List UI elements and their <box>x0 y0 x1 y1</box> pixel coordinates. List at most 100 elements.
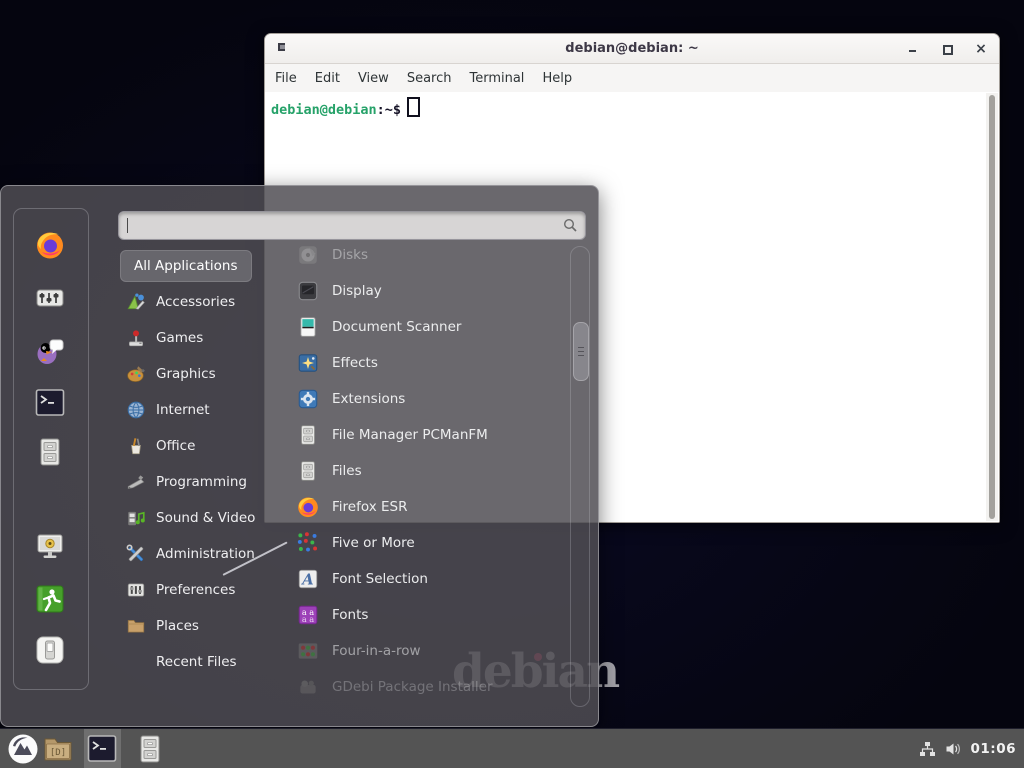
search-icon <box>562 217 579 234</box>
taskbar-file-manager-folder[interactable]: [D] <box>42 733 74 765</box>
display-icon <box>296 279 320 303</box>
category-label: Internet <box>156 402 210 418</box>
file-manager-sidebar-icon[interactable] <box>34 436 66 468</box>
five-or-more-icon <box>296 531 320 555</box>
screen: debian debian@debian: ~ × File Edit View… <box>0 0 1024 768</box>
firefox-icon <box>296 495 320 519</box>
four-in-a-row-icon <box>296 639 320 663</box>
menu-view[interactable]: View <box>349 71 398 86</box>
terminal-launcher-icon[interactable] <box>34 387 66 419</box>
places-folder-icon <box>126 616 146 636</box>
taskbar-clock[interactable]: 01:06 <box>971 741 1016 757</box>
pidgin-messenger-icon[interactable] <box>34 334 66 366</box>
category-label: Graphics <box>156 366 216 382</box>
terminal-titlebar[interactable]: debian@debian: ~ × <box>265 34 999 64</box>
taskbar-files-button[interactable] <box>134 733 166 765</box>
programming-icon <box>126 472 146 492</box>
menu-item-display[interactable]: Display <box>263 273 565 309</box>
menu-item-gdebi-package-installer[interactable]: GDebi Package Installer <box>263 669 565 705</box>
menu-item-label: GDebi Package Installer <box>332 679 493 695</box>
terminal-scrollbar[interactable] <box>986 93 998 521</box>
menu-item-label: Effects <box>332 355 378 371</box>
menu-item-files[interactable]: Files <box>263 453 565 489</box>
category-label: Recent Files <box>156 654 237 670</box>
menu-item-disks[interactable]: Disks <box>263 237 565 273</box>
text-caret <box>127 218 128 233</box>
sound-video-icon <box>126 508 146 528</box>
menu-scrollbar[interactable] <box>570 246 590 707</box>
network-icon[interactable] <box>919 741 936 757</box>
recent-files-spacer <box>126 652 146 672</box>
search-input[interactable] <box>118 211 586 240</box>
menu-item-firefox-esr[interactable]: Firefox ESR <box>263 489 565 525</box>
selected-category-pill: All Applications <box>120 250 252 282</box>
prompt-symbol: :~$ <box>377 102 401 118</box>
category-label: Administration <box>156 546 255 562</box>
menu-edit[interactable]: Edit <box>306 71 349 86</box>
internet-icon <box>126 400 146 420</box>
minimize-button[interactable] <box>907 43 919 55</box>
menu-item-label: Extensions <box>332 391 405 407</box>
menu-item-label: Five or More <box>332 535 415 551</box>
menu-file[interactable]: File <box>266 71 306 86</box>
menu-item-label: Files <box>332 463 362 479</box>
lock-screen-icon[interactable] <box>34 531 66 563</box>
system-tray: 01:06 <box>919 729 1016 768</box>
file-cabinet-icon <box>296 423 320 447</box>
menu-item-document-scanner[interactable]: Document Scanner <box>263 309 565 345</box>
shell-prompt: debian@debian:~$ <box>271 97 420 118</box>
menu-item-four-in-a-row[interactable]: Four-in-a-row <box>263 633 565 669</box>
menu-help[interactable]: Help <box>533 71 581 86</box>
maximize-button[interactable] <box>941 43 953 55</box>
menu-item-label: Firefox ESR <box>332 499 407 515</box>
effects-icon <box>296 351 320 375</box>
taskbar: [D] <box>0 728 1024 768</box>
menu-item-five-or-more[interactable]: Five or More <box>263 525 565 561</box>
menu-terminal[interactable]: Terminal <box>460 71 533 86</box>
gdebi-icon <box>296 675 320 699</box>
menu-item-font-selection[interactable]: A Font Selection <box>263 561 565 597</box>
category-label: Preferences <box>156 582 235 598</box>
terminal-scrollbar-thumb[interactable] <box>989 95 995 519</box>
taskbar-terminal-button[interactable] <box>86 733 118 765</box>
menu-item-extensions[interactable]: Extensions <box>263 381 565 417</box>
font-selection-icon: A <box>296 567 320 591</box>
menu-item-label: Font Selection <box>332 571 428 587</box>
menu-item-label: Document Scanner <box>332 319 461 335</box>
category-label: Programming <box>156 474 247 490</box>
scrollbar-grip-icon <box>578 347 584 356</box>
document-scanner-icon <box>296 315 320 339</box>
volume-icon[interactable] <box>945 741 962 757</box>
menu-search <box>118 211 586 240</box>
firefox-launcher-icon[interactable] <box>34 229 66 261</box>
games-icon <box>126 328 146 348</box>
menu-item-file-manager-pcmanfm[interactable]: File Manager PCManFM <box>263 417 565 453</box>
category-label: Places <box>156 618 199 634</box>
logout-icon[interactable] <box>34 583 66 615</box>
shutdown-icon[interactable] <box>34 634 66 666</box>
office-icon <box>126 436 146 456</box>
extensions-icon <box>296 387 320 411</box>
menu-item-effects[interactable]: Effects <box>263 345 565 381</box>
menu-search[interactable]: Search <box>398 71 461 86</box>
category-label: Office <box>156 438 195 454</box>
svg-text:A: A <box>300 571 313 588</box>
menu-item-fonts[interactable]: a aa a Fonts <box>263 597 565 633</box>
close-button[interactable]: × <box>975 43 987 55</box>
svg-text:a a: a a <box>302 614 314 624</box>
menu-item-label: Fonts <box>332 607 368 623</box>
terminal-menubar: File Edit View Search Terminal Help <box>265 64 999 93</box>
file-cabinet-icon <box>296 459 320 483</box>
accessories-icon <box>126 292 146 312</box>
category-label: Accessories <box>156 294 235 310</box>
fonts-icon: a aa a <box>296 603 320 627</box>
application-menu: All Applications Accessories Games Graph… <box>0 185 599 727</box>
menu-item-label: File Manager PCManFM <box>332 427 488 443</box>
applications-menu-button[interactable] <box>7 733 39 765</box>
disks-icon <box>296 243 320 267</box>
administration-icon <box>126 544 146 564</box>
terminal-window-title: debian@debian: ~ <box>265 34 999 63</box>
settings-sliders-icon[interactable] <box>34 282 66 314</box>
menu-scrollbar-thumb[interactable] <box>573 322 589 381</box>
preferences-icon <box>126 580 146 600</box>
